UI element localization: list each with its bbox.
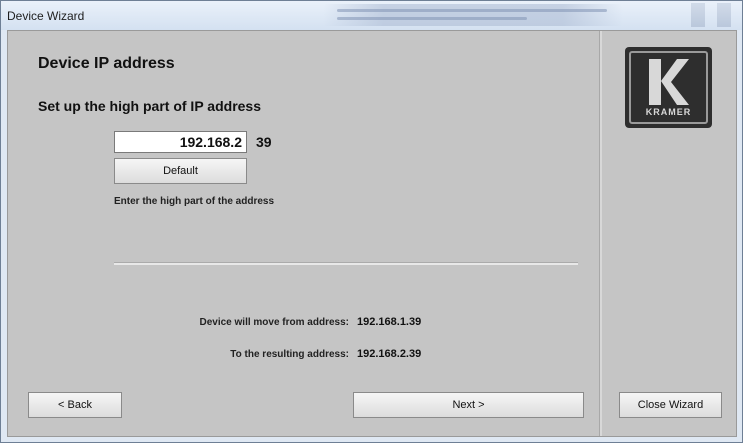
ip-high-part-input[interactable]: 192.168.2 [114,131,247,153]
background-window-edge [717,3,731,27]
ip-low-part-label: 39 [256,134,272,150]
default-button[interactable]: Default [114,158,247,184]
background-window-title-blur [323,4,623,26]
page-heading: Device IP address [38,55,175,72]
background-window-edge [691,3,705,27]
kramer-logo: KRAMER [625,47,712,128]
title-bar[interactable]: Device Wizard [1,1,742,30]
kramer-k-logo-icon [649,59,689,105]
window-title: Device Wizard [7,9,85,23]
logo-text: KRAMER [645,107,692,117]
move-from-label: Device will move from address: [199,317,349,328]
move-from-value: 192.168.1.39 [357,316,422,328]
next-button[interactable]: Next > [353,392,584,418]
device-wizard-window: Device Wizard Device IP address Set up t… [0,0,743,443]
close-wizard-button[interactable]: Close Wizard [619,392,722,418]
resulting-address-label: To the resulting address: [230,349,349,360]
resulting-address-value: 192.168.2.39 [357,348,422,360]
page-subheading: Set up the high part of IP address [38,98,261,114]
back-button[interactable]: < Back [28,392,122,418]
hint-text: Enter the high part of the address [114,196,275,207]
horizontal-divider [114,262,578,265]
vertical-divider [599,31,602,436]
wizard-panel: Device IP address Set up the high part o… [7,30,737,437]
